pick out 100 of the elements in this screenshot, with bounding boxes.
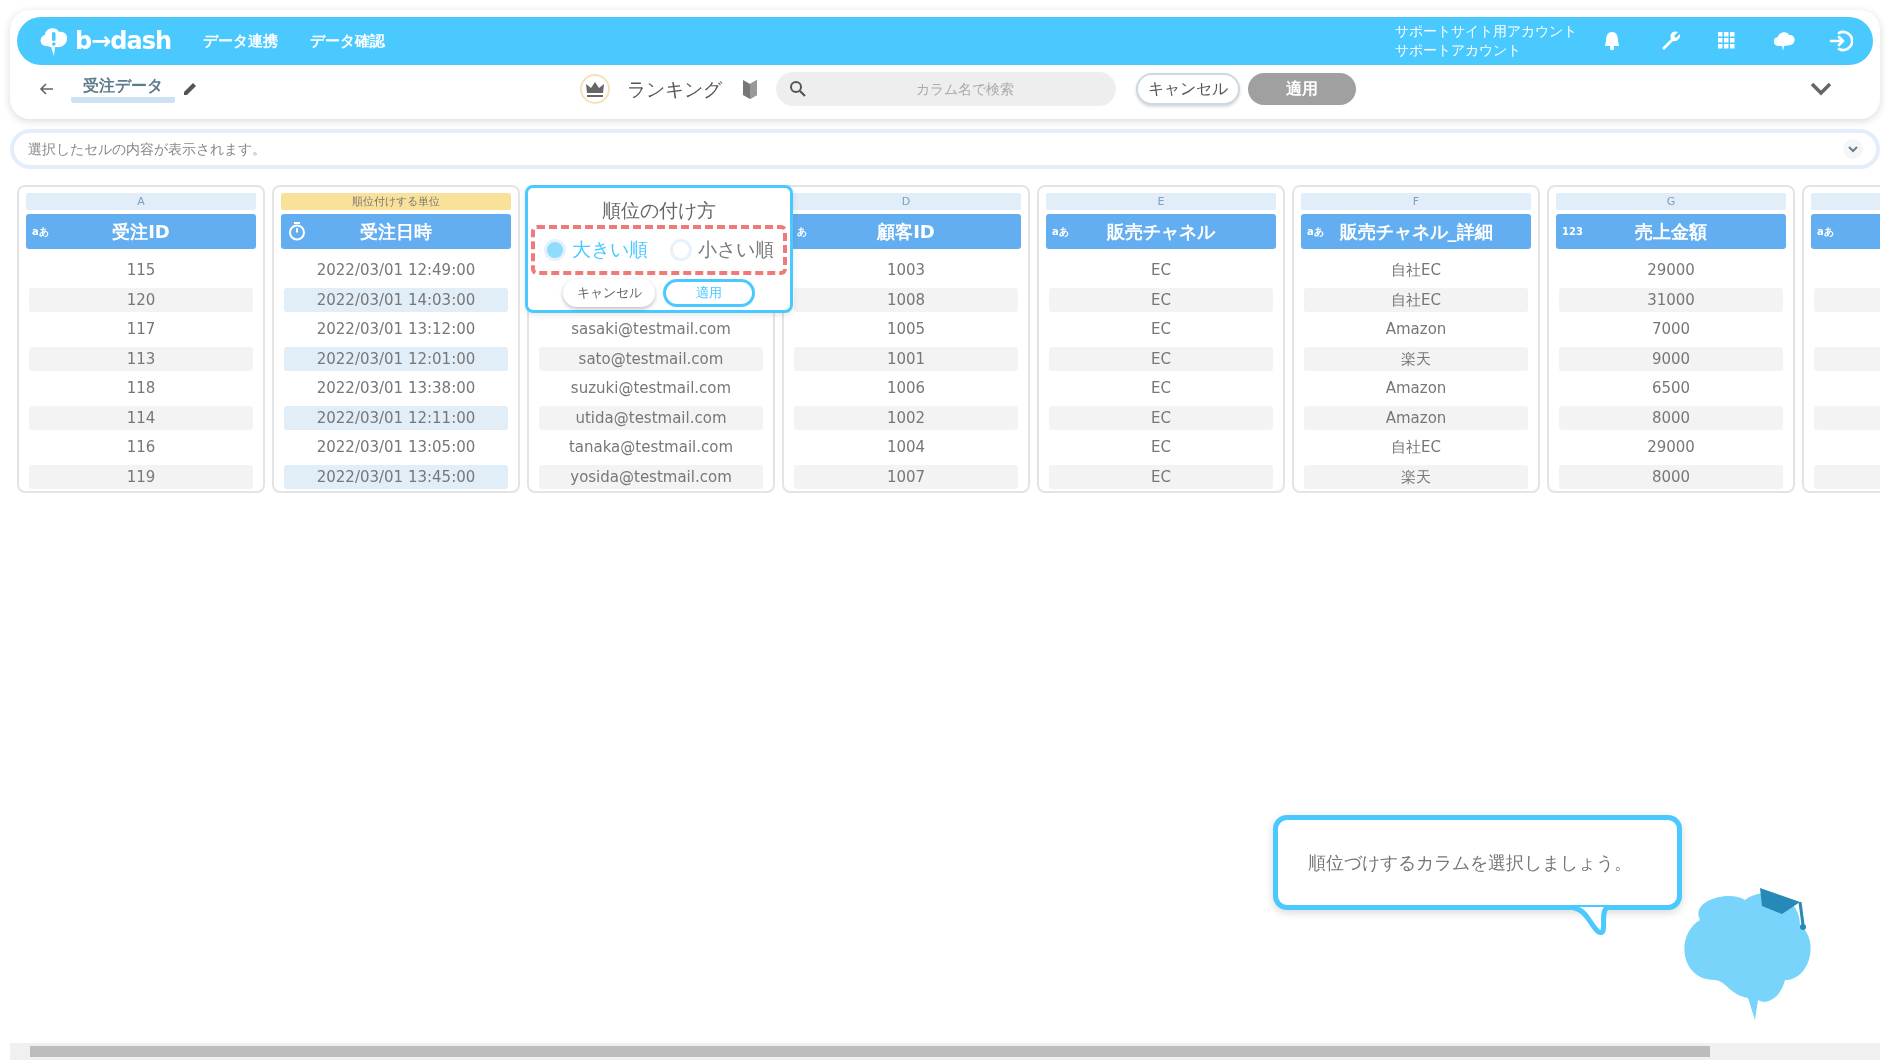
table-cell[interactable]: 8000 (1559, 464, 1783, 489)
column-name: 顧客ID (877, 220, 935, 244)
type-icon: aあ (1307, 223, 1324, 240)
column-header[interactable]: aあ 受注ID (26, 214, 256, 249)
table-cell[interactable]: 楽天 (1304, 346, 1528, 371)
table-cell[interactable]: EC (1049, 405, 1273, 430)
table-cell[interactable]: 120 (29, 287, 253, 312)
chevron-down-icon[interactable] (1842, 138, 1864, 160)
rank-unit-label: 順位付けする単位 (281, 193, 511, 210)
mode-title: ランキング (627, 76, 722, 102)
table-cell[interactable]: 116 (29, 435, 253, 459)
type-icon: aあ (32, 223, 49, 240)
table-cell[interactable]: 113 (29, 346, 253, 371)
column-letter: G (1556, 193, 1786, 210)
table-cell[interactable]: 2022/03/01 12:49:00 (284, 258, 508, 282)
cancel-button[interactable]: キャンセル (1136, 73, 1240, 105)
column-name: 売上金額 (1635, 220, 1707, 244)
table-cell[interactable]: 自社EC (1304, 287, 1528, 312)
table-cell[interactable]: EC (1049, 287, 1273, 312)
table-cell[interactable]: 31000 (1559, 287, 1783, 312)
table-cell[interactable]: 1002 (794, 405, 1018, 430)
table-cell[interactable]: 2022/03/01 13:05:00 (284, 435, 508, 459)
account-name: サポートアカウント (1395, 41, 1522, 60)
column-header[interactable]: 受注日時 (281, 214, 511, 249)
table-cell[interactable]: EC (1049, 346, 1273, 371)
table-cell[interactable]: 1006 (794, 376, 1018, 400)
table-cell[interactable]: 1003 (794, 258, 1018, 282)
table-cell[interactable]: 114 (29, 405, 253, 430)
table-cell[interactable]: EC (1049, 435, 1273, 459)
table-cell[interactable]: utida@testmail.com (539, 405, 763, 430)
column-header[interactable]: あ 顧客ID (791, 214, 1021, 249)
type-icon: aあ (1817, 223, 1834, 240)
table-cell[interactable]: 9000 (1559, 346, 1783, 371)
table-cell[interactable]: 29000 (1559, 435, 1783, 459)
table-cell[interactable]: 119 (29, 464, 253, 489)
table-cell[interactable]: 118 (29, 376, 253, 400)
column-letter: F (1301, 193, 1531, 210)
column-name: 販売チャネル (1107, 220, 1215, 244)
table-cell[interactable]: Amazon (1304, 317, 1528, 341)
table-cell[interactable]: EC (1049, 258, 1273, 282)
radio-option[interactable]: 小さい順 (670, 235, 774, 264)
column-name: 受注ID (112, 220, 170, 244)
table-cell[interactable]: 2022/03/01 13:12:00 (284, 317, 508, 341)
table-cell[interactable]: 楽天 (1304, 464, 1528, 489)
table-cell[interactable]: 自社EC (1304, 258, 1528, 282)
leaf-icon (740, 77, 760, 101)
table-cell[interactable]: 1004 (794, 435, 1018, 459)
hint-text: 順位づけするカラムを選択しましょう。 (1308, 851, 1632, 875)
table-cell[interactable]: 7000 (1559, 317, 1783, 341)
search-icon (789, 80, 807, 98)
table-cell[interactable]: 1007 (794, 464, 1018, 489)
table-cell[interactable]: 2022/03/01 13:45:00 (284, 464, 508, 489)
table-cell[interactable]: suzuki@testmail.com (539, 376, 763, 400)
search-field[interactable]: カラム名で検索 (776, 72, 1116, 106)
table-cell[interactable]: yosida@testmail.com (539, 464, 763, 489)
column-letter: D (791, 193, 1021, 210)
column-letter: E (1046, 193, 1276, 210)
table-cell[interactable]: 2022/03/01 14:03:00 (284, 287, 508, 312)
table-cell[interactable]: 1008 (794, 287, 1018, 312)
column-header[interactable]: aあ 販売チャネル_詳細 (1301, 214, 1531, 249)
table-cell[interactable]: 1001 (794, 346, 1018, 371)
pencil-icon[interactable] (181, 80, 199, 98)
back-arrow-icon[interactable] (39, 81, 55, 97)
page-title: 受注データ (71, 75, 175, 103)
column-name: 販売チャネル_詳細 (1339, 220, 1493, 244)
table-cell[interactable]: 1005 (794, 317, 1018, 341)
type-icon: 123 (1562, 223, 1583, 240)
table-cell[interactable]: tanaka@testmail.com (539, 435, 763, 459)
table-cell[interactable]: EC (1049, 464, 1273, 489)
popup-title: 順位の付け方 (601, 198, 717, 223)
table-cell[interactable]: Amazon (1304, 405, 1528, 430)
column-header[interactable]: 123 売上金額 (1556, 214, 1786, 249)
account-name: サポートサイト用アカウント (1395, 22, 1577, 41)
table-cell[interactable]: sato@testmail.com (539, 346, 763, 371)
type-icon: aあ (1052, 223, 1069, 240)
crown-icon (579, 73, 611, 105)
table-cell[interactable]: 115 (29, 258, 253, 282)
cancel-button[interactable]: キャンセル (563, 278, 655, 307)
table-cell[interactable]: 6500 (1559, 376, 1783, 400)
table-cell[interactable]: 2022/03/01 12:01:00 (284, 346, 508, 371)
stopwatch-icon (287, 221, 307, 241)
table-cell[interactable]: 2022/03/01 12:11:00 (284, 405, 508, 430)
table-cell[interactable]: 2022/03/01 13:38:00 (284, 376, 508, 400)
logout-icon[interactable] (1829, 29, 1853, 53)
table-cell[interactable]: sasaki@testmail.com (539, 317, 763, 341)
table-cell[interactable]: 自社EC (1304, 435, 1528, 459)
logo-text: b→dash (75, 26, 172, 57)
cell-content-bar[interactable]: 選択したセルの内容が表示されます。 (10, 129, 1880, 169)
table-cell[interactable]: EC (1049, 317, 1273, 341)
chevron-down-icon[interactable] (1809, 81, 1833, 97)
table-cell[interactable]: 8000 (1559, 405, 1783, 430)
column-header[interactable]: aあ (1811, 214, 1880, 249)
column-header[interactable]: aあ 販売チャネル (1046, 214, 1276, 249)
table-cell[interactable]: 117 (29, 317, 253, 341)
column-letter: A (26, 193, 256, 210)
scrollbar-thumb[interactable] (30, 1046, 1710, 1057)
type-icon: あ (797, 223, 807, 240)
table-cell[interactable]: EC (1049, 376, 1273, 400)
table-cell[interactable]: 29000 (1559, 258, 1783, 282)
table-cell[interactable]: Amazon (1304, 376, 1528, 400)
